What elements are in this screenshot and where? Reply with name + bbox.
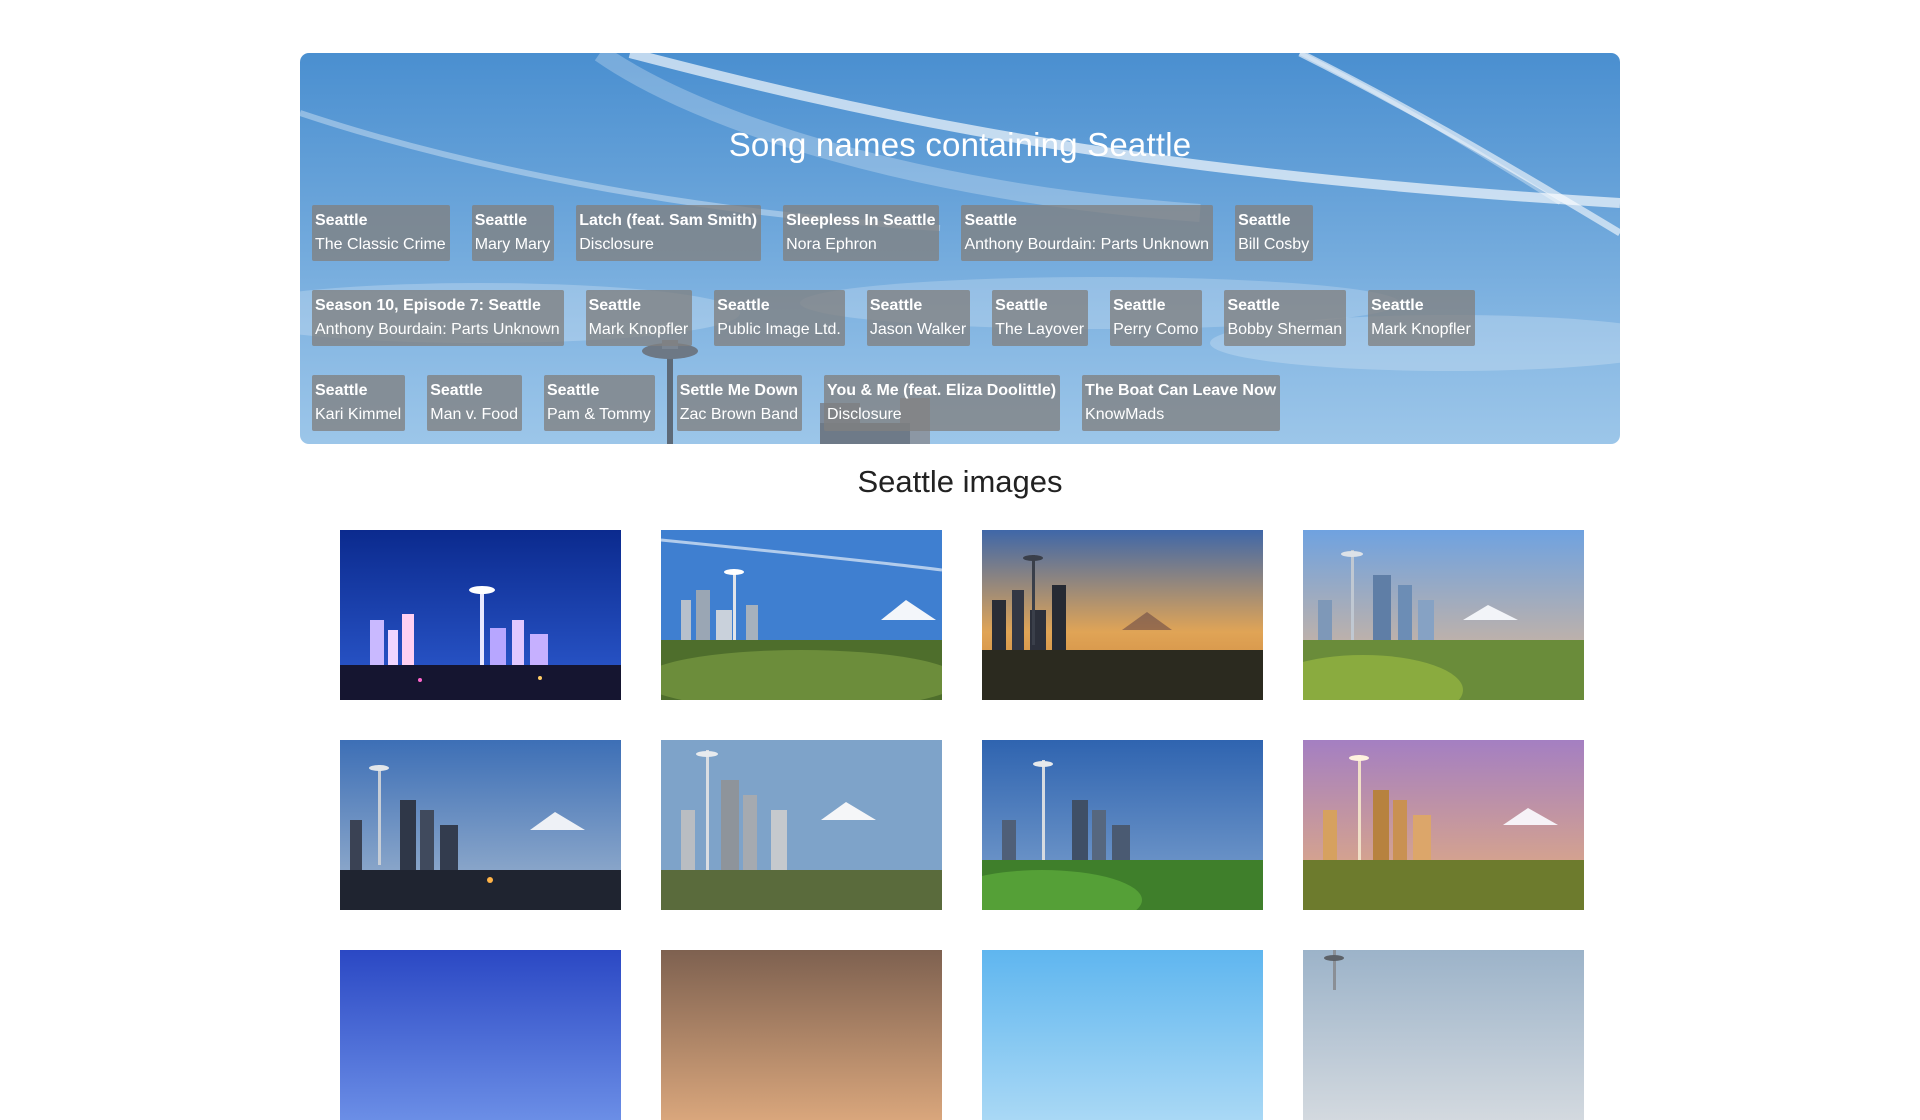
song-chip[interactable]: Seattle Mark Knopfler <box>1368 290 1475 346</box>
song-chip[interactable]: Season 10, Episode 7: Seattle Anthony Bou… <box>312 290 564 346</box>
song-row: Seattle The Classic Crime Seattle Mary Mar… <box>312 205 1335 261</box>
song-chip[interactable]: Seattle Jason Walker <box>866 290 971 346</box>
gallery-image[interactable] <box>340 950 621 1120</box>
song-title: Seattle <box>588 297 642 314</box>
gallery-image[interactable] <box>982 950 1263 1120</box>
song-title: Settle Me Down <box>679 382 798 399</box>
song-chip[interactable]: Seattle Mark Knopfler <box>585 290 693 346</box>
song-artist: Anthony Bourdain: Parts Unknown <box>964 236 1210 253</box>
song-title: Seattle <box>546 382 600 399</box>
song-chip[interactable]: You & Me (feat. Eliza Doolittle) Disclosu… <box>824 375 1061 431</box>
song-chip[interactable]: Seattle The Classic Crime <box>312 205 450 261</box>
song-title: Latch (feat. Sam Smith) <box>579 212 758 229</box>
song-title: Seattle <box>995 297 1048 314</box>
song-title: Seattle <box>474 212 528 229</box>
gallery-image[interactable] <box>340 740 621 910</box>
gallery-image[interactable] <box>1303 950 1584 1120</box>
song-artist: Bobby Sherman <box>1227 321 1343 338</box>
gallery-image[interactable] <box>1303 530 1584 700</box>
song-title: Seattle <box>430 382 483 399</box>
song-artist: The Classic Crime <box>315 236 446 253</box>
image-gallery <box>340 530 1584 1120</box>
song-chip[interactable]: Seattle Bill Cosby <box>1235 205 1314 261</box>
song-title: Seattle <box>1227 297 1280 314</box>
song-artist: Mark Knopfler <box>1371 321 1471 338</box>
song-chip[interactable]: Latch (feat. Sam Smith) Disclosure <box>576 205 762 261</box>
song-title: Sleepless In Seattle <box>786 212 936 229</box>
song-row: Seattle Kari Kimmel Seattle Man v. Food Se… <box>312 375 1302 431</box>
gallery-image[interactable] <box>661 950 942 1120</box>
song-artist: KnowMads <box>1085 406 1165 423</box>
song-chip[interactable]: Seattle Perry Como <box>1110 290 1203 346</box>
images-section-title: Seattle images <box>857 464 1063 499</box>
song-chip[interactable]: Sleepless In Seattle Nora Ephron <box>783 205 940 261</box>
song-chip[interactable]: Seattle Anthony Bourdain: Parts Unknown <box>961 205 1214 261</box>
gallery-image[interactable] <box>1303 740 1584 910</box>
song-chip[interactable]: Seattle Mary Mary <box>471 205 555 261</box>
song-artist: Perry Como <box>1113 321 1199 338</box>
song-artist: Pam & Tommy <box>546 406 651 423</box>
song-title: Seattle <box>1113 297 1166 314</box>
song-artist: Bill Cosby <box>1238 236 1310 253</box>
song-artist: Nora Ephron <box>786 236 877 253</box>
song-title: Seattle <box>964 212 1017 229</box>
song-title: Seattle <box>1238 212 1291 229</box>
song-title: Seattle <box>869 297 923 314</box>
song-chip[interactable]: Settle Me Down Zac Brown Band <box>676 375 802 431</box>
song-artist: Mark Knopfler <box>588 321 689 338</box>
song-artist: Public Image Ltd. <box>717 321 841 338</box>
song-chip[interactable]: Seattle Man v. Food <box>427 375 522 431</box>
song-chip[interactable]: Seattle Bobby Sherman <box>1224 290 1347 346</box>
song-title: Seattle <box>1371 297 1424 314</box>
song-row: Season 10, Episode 7: Seattle Anthony Bou… <box>312 290 1497 346</box>
song-artist: Disclosure <box>579 236 654 253</box>
gallery-image[interactable] <box>982 740 1263 910</box>
gallery-image[interactable] <box>982 530 1263 700</box>
gallery-image[interactable] <box>661 530 942 700</box>
song-title: Seattle <box>315 212 368 229</box>
song-artist: Jason Walker <box>869 321 967 338</box>
song-artist: Zac Brown Band <box>679 406 798 423</box>
song-artist: The Layover <box>995 321 1085 338</box>
song-chip[interactable]: Seattle Public Image Ltd. <box>714 290 845 346</box>
song-artist: Mary Mary <box>474 236 551 253</box>
song-artist: Disclosure <box>827 406 902 423</box>
song-title: Seattle <box>717 297 770 314</box>
song-hero-banner: Song names containing Seattle Seattle The… <box>300 53 1620 444</box>
song-chip[interactable]: Seattle The Layover <box>992 290 1089 346</box>
song-artist: Anthony Bourdain: Parts Unknown <box>315 321 560 338</box>
song-chip[interactable]: Seattle Pam & Tommy <box>543 375 655 431</box>
song-title: Season 10, Episode 7: Seattle <box>315 297 541 314</box>
song-chip[interactable]: The Boat Can Leave Now KnowMads <box>1082 375 1281 431</box>
gallery-image[interactable] <box>340 530 621 700</box>
gallery-image[interactable] <box>661 740 942 910</box>
song-chip[interactable]: Seattle Kari Kimmel <box>312 375 406 431</box>
song-title: Seattle <box>315 382 368 399</box>
hero-title: Song names containing Seattle <box>728 126 1192 163</box>
song-title: The Boat Can Leave Now <box>1085 382 1277 399</box>
song-title: You & Me (feat. Eliza Doolittle) <box>827 382 1057 399</box>
song-artist: Man v. Food <box>430 406 518 423</box>
song-artist: Kari Kimmel <box>315 406 402 423</box>
